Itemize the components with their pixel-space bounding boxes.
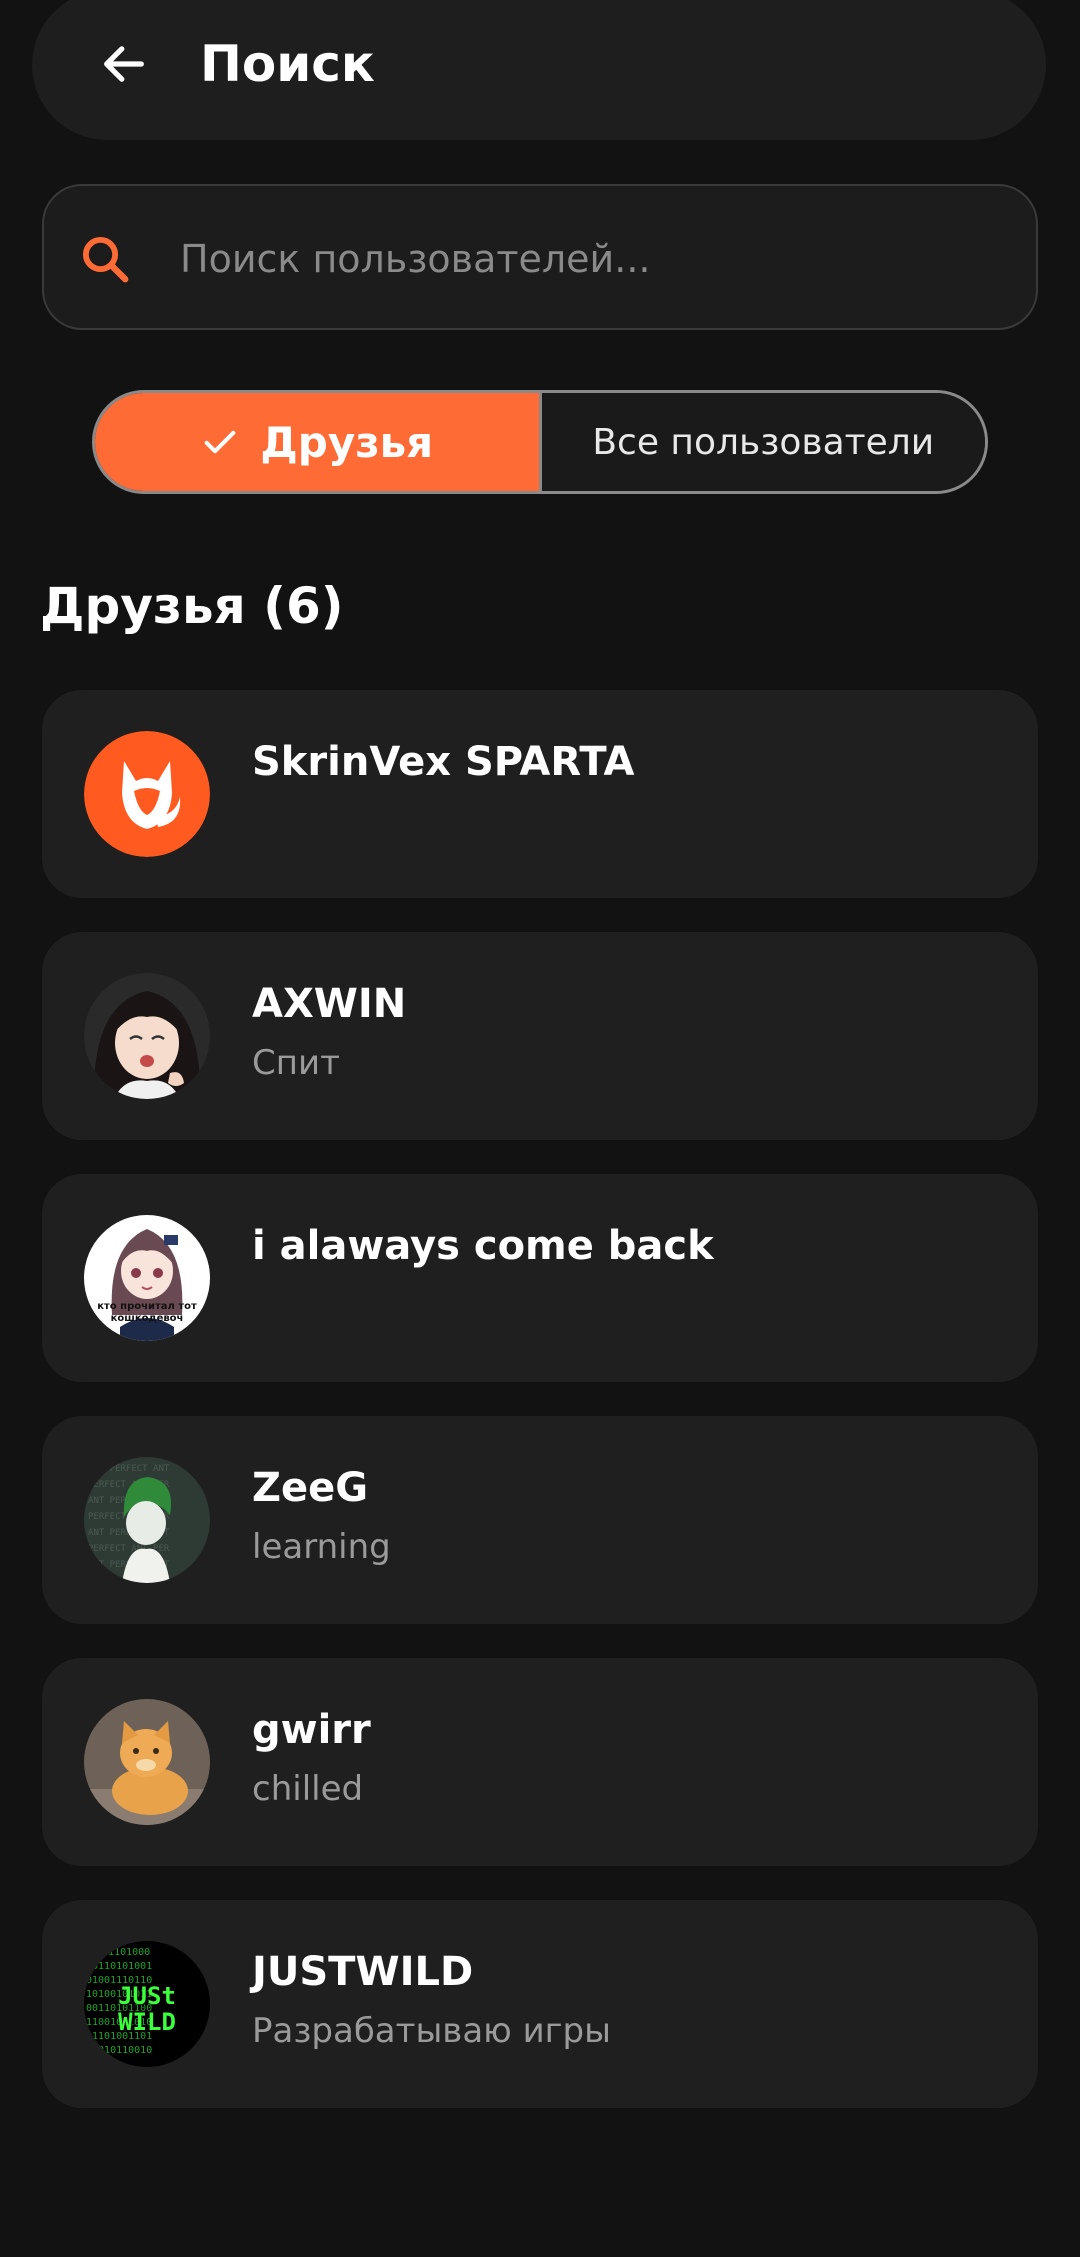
anime-meme-avatar: кто прочитал тот кошкодевоч — [84, 1215, 210, 1341]
svg-text:10110101001: 10110101001 — [86, 1961, 152, 1972]
avatar-caption: кто прочитал тот кошкодевоч — [97, 1301, 197, 1324]
tab-friends[interactable]: Друзья — [95, 393, 539, 491]
friend-status: Разрабатываю игры — [252, 2011, 611, 2051]
back-button[interactable] — [88, 28, 160, 100]
cat-avatar — [84, 1699, 210, 1825]
friends-list: SkrinVex SPARTA AXWIN Спит кто прочитал … — [42, 690, 1038, 2142]
matrix-justwild-avatar: 0011101000 10110101001 01001110110 10100… — [84, 1941, 210, 2067]
friend-card[interactable]: SkrinVex SPARTA — [42, 690, 1038, 898]
fox-logo-avatar — [84, 731, 210, 857]
check-icon — [200, 422, 240, 462]
friend-name: SkrinVex SPARTA — [252, 739, 635, 785]
svg-text:ANT PERFECT ANT: ANT PERFECT ANT — [88, 1464, 170, 1474]
friend-name: JUSTWILD — [252, 1949, 474, 1995]
friend-card[interactable]: AXWIN Спит — [42, 932, 1038, 1140]
tab-friends-label: Друзья — [260, 417, 434, 467]
friend-status: Спит — [252, 1043, 340, 1083]
search-input[interactable] — [178, 216, 1002, 302]
friend-name: i alaways come back — [252, 1223, 714, 1269]
search-field[interactable] — [42, 184, 1038, 330]
friend-card[interactable]: ANT PERFECT ANT PERFECT ANT PER ANT PERF… — [42, 1416, 1038, 1624]
arrow-left-icon — [104, 46, 144, 82]
friends-filter-toggle: Друзья Все пользователи — [92, 390, 988, 494]
tab-all-users-label: Все пользователи — [592, 421, 935, 463]
friend-name: ZeeG — [252, 1465, 369, 1511]
friend-card[interactable]: gwirr chilled — [42, 1658, 1038, 1866]
top-app-bar: Поиск — [32, 0, 1046, 140]
friend-status: learning — [252, 1527, 391, 1567]
page-title: Поиск — [200, 35, 375, 93]
friend-name: gwirr — [252, 1707, 371, 1753]
friends-section-title: Друзья (6) — [40, 577, 344, 635]
green-hair-avatar: ANT PERFECT ANT PERFECT ANT PER ANT PERF… — [84, 1457, 210, 1583]
friend-card[interactable]: кто прочитал тот кошкодевоч i alaways co… — [42, 1174, 1038, 1382]
search-screen: Поиск Друзья Все пользователи Друзья (6) — [0, 0, 1080, 2257]
tab-all-users[interactable]: Все пользователи — [538, 393, 985, 491]
anime-girl-avatar — [84, 973, 210, 1099]
avatar-caption: JUSt WILD — [118, 1982, 176, 2036]
search-icon — [82, 236, 129, 283]
friend-status: chilled — [252, 1769, 364, 1809]
friend-name: AXWIN — [252, 981, 407, 1027]
svg-text:10010110010: 10010110010 — [86, 2045, 152, 2056]
friend-card[interactable]: 0011101000 10110101001 01001110110 10100… — [42, 1900, 1038, 2108]
svg-text:0011101000: 0011101000 — [90, 1947, 150, 1958]
